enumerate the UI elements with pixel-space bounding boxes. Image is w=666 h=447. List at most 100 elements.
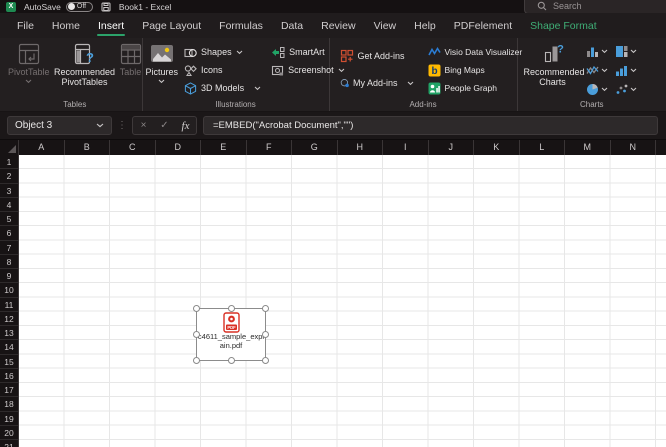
my-addins-icon bbox=[340, 79, 349, 88]
row-header-13[interactable]: 13 bbox=[0, 326, 18, 341]
column-header-F[interactable]: F bbox=[247, 140, 292, 155]
resize-handle-bottom-left[interactable] bbox=[193, 357, 200, 364]
resize-handle-top-middle[interactable] bbox=[227, 305, 235, 312]
tab-file[interactable]: File bbox=[8, 13, 43, 38]
column-header-N[interactable]: N bbox=[611, 140, 656, 155]
column-header-G[interactable]: G bbox=[292, 140, 338, 155]
insert-hierarchy-chart-button[interactable] bbox=[615, 42, 644, 61]
visio-data-visualizer-button[interactable]: Visio Data Visualizer bbox=[424, 43, 527, 61]
row-header-9[interactable]: 9 bbox=[0, 269, 18, 284]
autosave-label: AutoSave bbox=[24, 1, 61, 12]
column-header-B[interactable]: B bbox=[65, 140, 110, 155]
row-header-4[interactable]: 4 bbox=[0, 198, 18, 212]
row-header-14[interactable]: 14 bbox=[0, 340, 18, 355]
row-header-16[interactable]: 16 bbox=[0, 369, 18, 383]
row-header-11[interactable]: 11 bbox=[0, 298, 18, 312]
column-header-K[interactable]: K bbox=[474, 140, 520, 155]
tab-pdfelement[interactable]: PDFelement bbox=[445, 13, 521, 38]
row-header-15[interactable]: 15 bbox=[0, 355, 18, 369]
icons-button[interactable]: Icons bbox=[180, 61, 265, 79]
insert-column-chart-button[interactable] bbox=[586, 42, 615, 61]
shapes-button[interactable]: Shapes bbox=[180, 43, 265, 61]
tab-review[interactable]: Review bbox=[312, 13, 364, 38]
insert-scatter-chart-button[interactable] bbox=[615, 80, 644, 99]
row-header-20[interactable]: 20 bbox=[0, 426, 18, 440]
tab-data[interactable]: Data bbox=[272, 13, 312, 38]
search-box[interactable]: Search bbox=[524, 0, 666, 14]
row-headers: 1 2 3 4 5 6 7 8 9 10 11 12 13 14 15 16 17 18 19 20 21 bbox=[0, 155, 19, 447]
autosave-toggle[interactable]: Off bbox=[65, 1, 93, 12]
column-header-H[interactable]: H bbox=[338, 140, 383, 155]
statistic-chart-icon bbox=[615, 66, 627, 76]
svg-text:PDF: PDF bbox=[227, 325, 236, 330]
insert-function-button[interactable]: fx bbox=[175, 120, 196, 132]
row-header-3[interactable]: 3 bbox=[0, 184, 18, 198]
resize-handle-top-left[interactable] bbox=[193, 305, 200, 312]
people-graph-icon bbox=[428, 82, 441, 94]
column-header-J[interactable]: J bbox=[429, 140, 474, 155]
people-graph-button[interactable]: People Graph bbox=[424, 79, 527, 97]
column-header-partial[interactable] bbox=[656, 140, 666, 155]
formula-input[interactable]: =EMBED("Acrobat Document","") bbox=[203, 116, 658, 135]
screenshot-label: Screenshot bbox=[288, 65, 334, 75]
insert-statistic-chart-button[interactable] bbox=[615, 61, 644, 80]
enter-button[interactable]: ✓ bbox=[154, 120, 175, 131]
column-header-E[interactable]: E bbox=[201, 140, 247, 155]
recommended-charts-button[interactable]: ? Recommended Charts bbox=[524, 38, 585, 98]
name-box[interactable]: Object 3 bbox=[7, 116, 112, 135]
cancel-button[interactable]: × bbox=[133, 120, 154, 131]
my-addins-button[interactable]: My Add-ins bbox=[336, 74, 418, 92]
tab-page-layout[interactable]: Page Layout bbox=[133, 13, 210, 38]
column-header-A[interactable]: A bbox=[19, 140, 65, 155]
row-header-6[interactable]: 6 bbox=[0, 226, 18, 241]
column-header-D[interactable]: D bbox=[156, 140, 201, 155]
resize-handle-top-right[interactable] bbox=[262, 305, 269, 312]
row-header-7[interactable]: 7 bbox=[0, 241, 18, 255]
3d-models-label: 3D Models bbox=[201, 83, 245, 93]
column-header-M[interactable]: M bbox=[565, 140, 611, 155]
tab-help[interactable]: Help bbox=[405, 13, 445, 38]
pie-chart-icon bbox=[586, 84, 598, 95]
row-header-12[interactable]: 12 bbox=[0, 312, 18, 326]
resize-handle-bottom-right[interactable] bbox=[262, 357, 269, 364]
column-header-L[interactable]: L bbox=[520, 140, 565, 155]
recommended-pivottables-button[interactable]: ? Recommended PivotTables bbox=[54, 38, 116, 98]
row-header-17[interactable]: 17 bbox=[0, 383, 18, 398]
get-addins-icon bbox=[340, 49, 353, 63]
get-addins-button[interactable]: Get Add-ins bbox=[336, 47, 418, 65]
bing-maps-button[interactable]: b Bing Maps bbox=[424, 61, 527, 79]
row-header-5[interactable]: 5 bbox=[0, 212, 18, 227]
table-button[interactable]: Table bbox=[120, 38, 142, 98]
tab-formulas[interactable]: Formulas bbox=[210, 13, 272, 38]
formula-bar-splitter[interactable]: ⋮ bbox=[117, 120, 127, 131]
insert-pie-chart-button[interactable] bbox=[586, 80, 615, 99]
row-header-2[interactable]: 2 bbox=[0, 169, 18, 184]
column-header-C[interactable]: C bbox=[110, 140, 156, 155]
formula-bar-buttons: × ✓ fx bbox=[132, 116, 197, 135]
chevron-down-icon[interactable] bbox=[96, 123, 104, 128]
resize-handle-bottom-middle[interactable] bbox=[227, 357, 235, 364]
resize-handle-middle-left[interactable] bbox=[193, 331, 200, 338]
pictures-button[interactable]: Pictures bbox=[146, 38, 178, 98]
row-header-8[interactable]: 8 bbox=[0, 255, 18, 269]
select-all-button[interactable] bbox=[0, 140, 19, 155]
tab-home[interactable]: Home bbox=[43, 13, 89, 38]
excel-app-icon[interactable]: X bbox=[6, 1, 16, 12]
tab-insert[interactable]: Insert bbox=[89, 13, 133, 38]
row-header-18[interactable]: 18 bbox=[0, 397, 18, 412]
tab-view[interactable]: View bbox=[365, 13, 406, 38]
row-header-1[interactable]: 1 bbox=[0, 155, 18, 170]
icons-label: Icons bbox=[201, 65, 223, 75]
resize-handle-middle-right[interactable] bbox=[262, 331, 269, 338]
3d-models-button[interactable]: 3D Models bbox=[180, 79, 265, 97]
column-header-I[interactable]: I bbox=[383, 140, 429, 155]
embedded-pdf-object[interactable]: PDF c4611_sample_expl ain.pdf bbox=[193, 305, 269, 364]
sheet-cells[interactable]: PDF c4611_sample_expl ain.pdf bbox=[19, 155, 666, 447]
insert-line-chart-button[interactable] bbox=[585, 61, 615, 80]
tab-shape-format[interactable]: Shape Format bbox=[521, 13, 606, 38]
row-header-21[interactable]: 21 bbox=[0, 440, 18, 447]
row-header-19[interactable]: 19 bbox=[0, 412, 18, 426]
save-icon[interactable] bbox=[101, 2, 111, 12]
pivottable-button[interactable]: PivotTable bbox=[8, 38, 50, 98]
row-header-10[interactable]: 10 bbox=[0, 283, 18, 298]
